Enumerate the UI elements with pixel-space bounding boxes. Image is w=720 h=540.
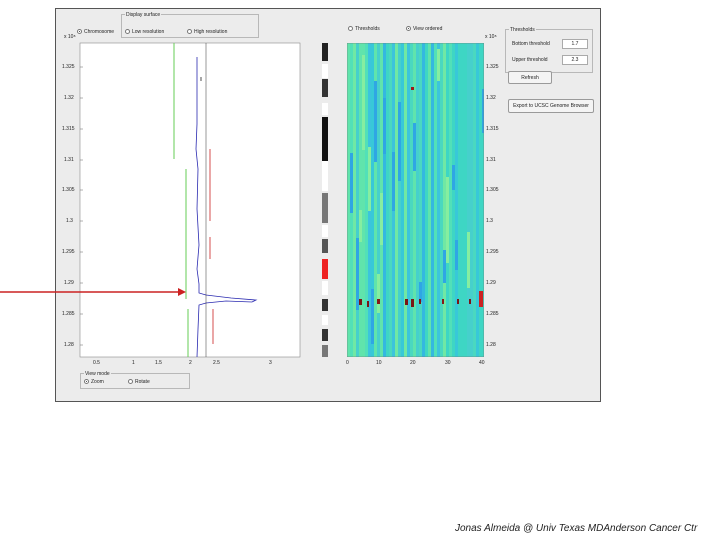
footer-credit: Jonas Almeida @ Univ Texas MDAnderson Ca… [455,523,698,534]
annotation-arrow [0,288,186,296]
arrow-head [178,288,186,296]
